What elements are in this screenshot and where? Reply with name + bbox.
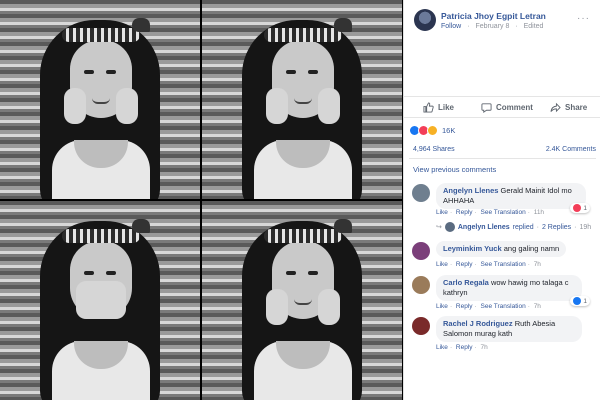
like-label: Like — [438, 103, 455, 112]
author-avatar[interactable] — [414, 9, 436, 31]
comment-like-link[interactable]: Like — [436, 303, 448, 310]
commenter-name[interactable]: Leyminkim Yuck — [443, 244, 502, 253]
comment-reply-link[interactable]: Reply — [456, 303, 473, 310]
comment-text: ang galing namn — [503, 244, 560, 253]
thumbs-up-icon — [423, 102, 434, 113]
share-arrow-icon — [550, 102, 561, 113]
reply-avatar — [444, 222, 455, 232]
more-options-icon[interactable]: ··· — [577, 13, 590, 24]
photo-panel-bottom-right — [202, 201, 402, 400]
comment-reaction-count: 1 — [583, 297, 587, 305]
reaction-summary[interactable]: 16K — [409, 124, 455, 136]
divider — [409, 158, 596, 159]
replies-summary[interactable]: ↪ Angelyn Llenes replied · 2 Replies · 1… — [436, 222, 591, 232]
comment-bubble: Carlo Regala wow hawig mo talaga c kathr… — [436, 275, 582, 301]
photo-panel-bottom-left — [0, 201, 200, 400]
comment-reaction-count: 1 — [583, 204, 587, 212]
meta-separator: · — [515, 23, 518, 30]
commenter-name[interactable]: Rachel J Rodriguez — [443, 319, 513, 328]
see-translation-link[interactable]: See Translation — [481, 303, 526, 310]
comment-item: Angelyn Llenes Gerald Mainit Idol mo AHH… — [412, 183, 596, 223]
post-header: Patricia Jhoy Egpit Letran Follow · Febr… — [414, 9, 594, 33]
comment-bubble: Angelyn Llenes Gerald Mainit Idol mo AHH… — [436, 183, 586, 209]
comment-actions: Like · Reply · See Translation · 7h — [436, 261, 541, 268]
speech-bubble-icon — [481, 103, 492, 113]
photo-panel-top-left — [0, 0, 200, 199]
comment-reply-link[interactable]: Reply — [456, 209, 473, 216]
comment-reaction-pill[interactable]: 1 — [570, 296, 590, 306]
follow-link[interactable]: Follow — [441, 23, 461, 30]
reply-time: 19h — [579, 223, 592, 231]
edited-label[interactable]: Edited — [524, 23, 544, 30]
reply-text: replied — [512, 223, 534, 231]
comment-like-link[interactable]: Like — [436, 209, 448, 216]
comment-label: Comment — [496, 103, 533, 112]
commenter-avatar[interactable] — [412, 184, 430, 202]
like-button[interactable]: Like — [423, 102, 454, 113]
comment-like-link[interactable]: Like — [436, 344, 448, 351]
comment-actions: Like · Reply · See Translation · 11h — [436, 209, 545, 216]
comment-actions: Like · Reply · 7h — [436, 344, 488, 351]
comment-reaction-pill[interactable]: 1 — [570, 203, 590, 213]
comments-count[interactable]: 2.4K Comments — [546, 146, 596, 153]
shares-count[interactable]: 4,964 Shares — [413, 146, 455, 153]
post-photo[interactable] — [0, 0, 403, 400]
commenter-avatar[interactable] — [412, 276, 430, 294]
reaction-count[interactable]: 16K — [442, 126, 455, 135]
wow-reaction-icon — [427, 124, 438, 136]
comment-time[interactable]: 7h — [534, 303, 541, 310]
comment-bubble: Rachel J Rodriguez Ruth Abesia Salomon m… — [436, 316, 582, 342]
comment-time[interactable]: 7h — [481, 344, 488, 351]
comment-actions: Like · Reply · See Translation · 7h — [436, 303, 541, 310]
commenter-avatar[interactable] — [412, 317, 430, 335]
commenter-name[interactable]: Carlo Regala — [443, 278, 489, 287]
like-reaction-icon — [573, 297, 582, 305]
share-label: Share — [565, 103, 588, 112]
love-reaction-icon — [573, 204, 582, 212]
see-translation-link[interactable]: See Translation — [481, 261, 526, 268]
comment-item: Carlo Regala wow hawig mo talaga c kathr… — [412, 275, 596, 315]
share-button[interactable]: Share — [550, 102, 587, 113]
reply-count: 2 Replies — [541, 223, 572, 231]
photo-panel-top-right — [202, 0, 402, 199]
comment-reply-link[interactable]: Reply — [456, 344, 473, 351]
meta-separator: · — [467, 23, 470, 30]
post-actions-bar: Like Comment Share — [403, 96, 600, 118]
post-meta: Follow · February 8 · Edited — [441, 23, 547, 30]
reply-arrow-icon: ↪ — [436, 224, 442, 231]
comment-like-link[interactable]: Like — [436, 261, 448, 268]
commenter-avatar[interactable] — [412, 242, 430, 260]
see-translation-link[interactable]: See Translation — [481, 209, 526, 216]
commenter-name[interactable]: Angelyn Llenes — [443, 186, 498, 195]
post-date[interactable]: February 8 — [475, 23, 509, 30]
comment-item: Rachel J Rodriguez Ruth Abesia Salomon m… — [412, 316, 596, 356]
comment-time[interactable]: 7h — [534, 261, 541, 268]
author-name[interactable]: Patricia Jhoy Egpit Letran — [441, 11, 546, 21]
comment-bubble: Leyminkim Yuck ang galing namn — [436, 241, 567, 257]
view-previous-comments-link[interactable]: View previous comments — [413, 165, 496, 174]
reply-author-name: Angelyn Llenes — [457, 223, 510, 231]
comment-reply-link[interactable]: Reply — [456, 261, 473, 268]
comment-item: Leyminkim Yuck ang galing namn Like · Rep… — [412, 241, 596, 273]
comment-time[interactable]: 11h — [534, 209, 544, 216]
